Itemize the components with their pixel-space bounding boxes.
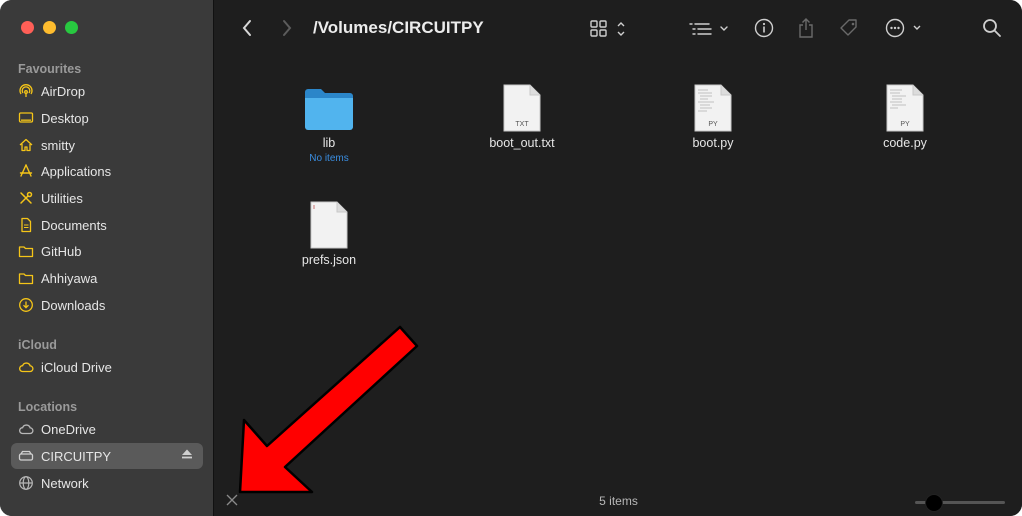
finder-window: Favourites AirDrop Desktop smitty Applic…: [0, 0, 1022, 516]
sidebar-item-documents[interactable]: Documents: [11, 212, 203, 238]
file-item-lib[interactable]: lib No items: [269, 86, 389, 164]
chevron-left-icon: [242, 20, 251, 36]
folder-icon: [305, 89, 353, 130]
file-item-boot-out-txt[interactable]: TXT boot_out.txt: [462, 84, 582, 150]
icloud-heading: iCloud: [18, 338, 57, 352]
list-group-icon: [689, 23, 728, 35]
sidebar-item-applications[interactable]: Applications: [11, 158, 203, 184]
cloud-icon: [18, 359, 34, 375]
document-icon: TXT: [503, 84, 541, 132]
ellipsis-icon: [885, 18, 921, 38]
eject-icon[interactable]: [181, 448, 193, 463]
item-count: 5 items: [599, 494, 638, 508]
file-item-prefs-json[interactable]: prefs.json: [269, 201, 389, 267]
grid-view-icon: [590, 20, 625, 37]
document-icon: PY: [886, 84, 924, 132]
sidebar-item-airdrop[interactable]: AirDrop: [11, 78, 203, 104]
sidebar-item-label: Ahhiyawa: [41, 270, 98, 286]
sidebar-item-circuitpy[interactable]: CIRCUITPY: [11, 443, 203, 469]
sidebar-item-label: CIRCUITPY: [41, 448, 112, 464]
sidebar-item-downloads[interactable]: Downloads: [11, 292, 203, 318]
sidebar-item-label: Utilities: [41, 190, 83, 206]
file-name: prefs.json: [301, 253, 357, 267]
sidebar-item-label: Documents: [41, 217, 107, 233]
sidebar-item-ahhiyawa[interactable]: Ahhiyawa: [11, 265, 203, 291]
file-subtitle: No items: [309, 153, 349, 164]
drive-icon: [18, 448, 34, 464]
close-window-button[interactable]: [21, 21, 34, 34]
tag-icon: [840, 19, 857, 36]
downloads-icon: [18, 297, 34, 313]
back-button[interactable]: [237, 16, 257, 40]
window-title: /Volumes/CIRCUITPY: [313, 18, 484, 37]
window-controls: [21, 21, 78, 34]
status-bar: 5 items: [215, 486, 1022, 516]
chevron-right-icon: [283, 20, 292, 36]
sidebar: Favourites AirDrop Desktop smitty Applic…: [0, 0, 214, 516]
tag-button[interactable]: [837, 17, 861, 39]
sidebar-item-label: AirDrop: [41, 83, 86, 99]
sidebar-item-utilities[interactable]: Utilities: [11, 185, 203, 211]
sidebar-item-label: OneDrive: [41, 421, 96, 437]
file-type-badge: PY: [708, 121, 718, 128]
favourites-heading: Favourites: [18, 62, 82, 76]
file-browser: /Volumes/CIRCUITPY lib No items TXT boot…: [215, 0, 1022, 516]
folder-icon: [18, 243, 34, 259]
sidebar-item-label: smitty: [41, 137, 75, 153]
file-name: boot_out.txt: [489, 136, 555, 150]
sidebar-item-github[interactable]: GitHub: [11, 238, 203, 264]
sidebar-item-desktop[interactable]: Desktop: [11, 105, 203, 131]
sidebar-item-network[interactable]: Network: [11, 470, 203, 496]
document-icon: [310, 201, 348, 249]
sidebar-item-label: Downloads: [41, 297, 106, 313]
sidebar-item-onedrive[interactable]: OneDrive: [11, 416, 203, 442]
airdrop-icon: [18, 83, 34, 99]
network-icon: [18, 475, 34, 491]
slider-knob[interactable]: [925, 494, 943, 512]
group-by-button[interactable]: [687, 18, 733, 40]
info-button[interactable]: [753, 17, 775, 39]
desktop-icon: [18, 110, 34, 126]
sidebar-item-label: Applications: [41, 163, 112, 179]
folder-icon: [18, 270, 34, 286]
info-icon: [754, 18, 774, 38]
sidebar-item-icloud-drive[interactable]: iCloud Drive: [11, 354, 203, 380]
more-actions-button[interactable]: [885, 17, 925, 39]
toolbar: /Volumes/CIRCUITPY: [215, 0, 1022, 56]
file-item-code-py[interactable]: PY code.py: [845, 84, 965, 150]
sidebar-item-label: GitHub: [41, 243, 82, 259]
home-icon: [18, 137, 34, 153]
file-name: lib: [322, 136, 336, 150]
document-icon: [18, 217, 34, 233]
file-name: boot.py: [692, 136, 734, 150]
file-item-boot-py[interactable]: PY boot.py: [653, 84, 773, 150]
cloud-icon: [18, 421, 34, 437]
document-icon: PY: [694, 84, 732, 132]
forward-button[interactable]: [277, 16, 297, 40]
search-button[interactable]: [981, 17, 1003, 39]
share-icon: [799, 18, 813, 38]
applications-icon: [18, 163, 34, 179]
locations-heading: Locations: [18, 400, 78, 414]
utilities-icon: [18, 190, 34, 206]
file-type-badge: TXT: [515, 121, 529, 128]
sidebar-item-label: Network: [41, 475, 89, 491]
file-type-badge: PY: [900, 121, 910, 128]
zoom-window-button[interactable]: [65, 21, 78, 34]
search-icon: [983, 19, 1001, 37]
share-button[interactable]: [796, 16, 816, 40]
sidebar-item-label: iCloud Drive: [41, 359, 112, 375]
view-mode-button[interactable]: [589, 18, 631, 40]
file-name: code.py: [883, 136, 927, 150]
minimize-window-button[interactable]: [43, 21, 56, 34]
sidebar-item-label: Desktop: [41, 110, 89, 126]
sidebar-item-smitty[interactable]: smitty: [11, 132, 203, 158]
